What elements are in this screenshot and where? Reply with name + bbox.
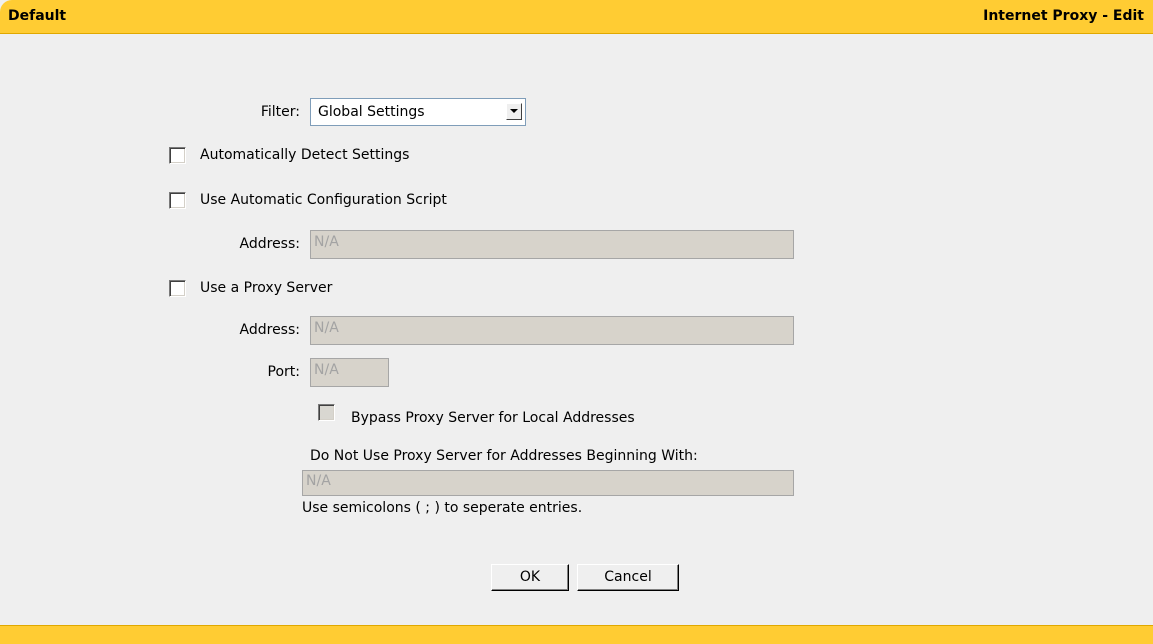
proxy-server-checkbox[interactable] (169, 280, 186, 297)
filter-select-value: Global Settings (318, 104, 425, 120)
exceptions-input[interactable]: N/A (302, 470, 794, 496)
auto-config-script-label: Use Automatic Configuration Script (200, 192, 447, 208)
proxy-server-label: Use a Proxy Server (200, 280, 333, 296)
proxy-address-input[interactable]: N/A (310, 316, 794, 345)
exceptions-hint: Use semicolons ( ; ) to seperate entries… (302, 500, 583, 516)
context-title: Default (8, 8, 67, 24)
filter-label: Filter: (260, 104, 300, 120)
auto-detect-label: Automatically Detect Settings (200, 147, 410, 163)
exceptions-label: Do Not Use Proxy Server for Addresses Be… (310, 448, 698, 464)
auto-config-script-checkbox[interactable] (169, 192, 186, 209)
filter-select[interactable]: Global Settings (310, 98, 526, 126)
port-input[interactable]: N/A (310, 358, 389, 387)
port-label: Port: (267, 364, 300, 380)
auto-config-address-input[interactable]: N/A (310, 230, 794, 259)
ok-button[interactable]: OK (491, 564, 569, 591)
bypass-local-label: Bypass Proxy Server for Local Addresses (351, 410, 635, 426)
proxy-address-label: Address: (239, 322, 300, 338)
auto-detect-checkbox[interactable] (169, 147, 186, 164)
chevron-down-icon[interactable] (506, 103, 522, 120)
auto-config-address-label: Address: (239, 236, 300, 252)
cancel-button[interactable]: Cancel (577, 564, 679, 591)
page-title: Internet Proxy - Edit (983, 8, 1144, 24)
header-bar: Default Internet Proxy - Edit (0, 0, 1153, 34)
bypass-local-checkbox[interactable] (318, 404, 335, 421)
footer-bar (0, 625, 1153, 644)
